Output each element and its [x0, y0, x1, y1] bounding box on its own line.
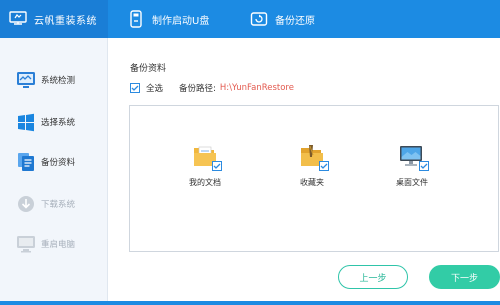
file-checkbox[interactable]	[419, 161, 429, 171]
sidebar-item-label: 系统检测	[41, 76, 76, 86]
usb-drive-icon	[130, 10, 142, 28]
select-all-label[interactable]: 全选	[146, 82, 163, 94]
file-item-my-documents[interactable]: 我的文档	[175, 141, 235, 188]
documents-folder	[190, 141, 222, 171]
select-all-checkbox[interactable]	[130, 83, 140, 93]
section-title: 备份资料	[130, 64, 167, 74]
next-step-button[interactable]: 下一步	[429, 265, 500, 289]
app-brand: 云帆重装系统	[0, 0, 108, 38]
file-checkbox[interactable]	[319, 161, 329, 171]
select-row: 全选 备份路径: H:\YunFanRestore	[130, 82, 294, 94]
sidebar-item-select-system[interactable]: 选择系统	[15, 110, 75, 134]
file-item-desktop[interactable]: 桌面文件	[382, 141, 442, 188]
app-logo-icon	[9, 11, 27, 25]
sidebar: 系统检测 选择系统 备份资料 下载系统 重启电脑	[0, 38, 108, 305]
system-check-icon	[17, 72, 35, 88]
app-title: 云帆重装系统	[34, 15, 97, 27]
tab-make-usb[interactable]: 制作启动U盘	[127, 0, 209, 38]
sidebar-item-label: 选择系统	[41, 118, 76, 128]
desktop-folder	[397, 141, 429, 171]
backup-path-label: 备份路径:	[179, 84, 216, 94]
sidebar-item-download-system[interactable]: 下载系统	[15, 192, 75, 216]
tab-backup-restore-label: 备份还原	[275, 15, 315, 27]
sidebar-item-backup-data[interactable]: 备份资料	[15, 150, 75, 174]
backup-path-value[interactable]: H:\YunFanRestore	[220, 83, 294, 93]
tab-make-usb-label: 制作启动U盘	[152, 15, 210, 27]
file-checkbox[interactable]	[212, 161, 222, 171]
sidebar-item-restart-pc[interactable]: 重启电脑	[15, 232, 75, 256]
prev-step-button[interactable]: 上一步	[338, 265, 408, 289]
sidebar-item-system-check[interactable]: 系统检测	[15, 68, 75, 92]
file-name: 桌面文件	[396, 178, 428, 187]
check-icon	[320, 163, 328, 169]
document-icon	[18, 153, 34, 171]
file-selection-box: 我的文档 收藏夹 桌面文件	[129, 105, 499, 252]
sidebar-item-label: 重启电脑	[41, 240, 76, 250]
file-name: 我的文档	[189, 178, 221, 187]
bottom-accent-bar	[0, 301, 500, 305]
windows-icon	[18, 113, 34, 132]
file-name: 收藏夹	[300, 178, 324, 187]
backup-restore-icon	[250, 12, 268, 26]
main-panel: 备份资料 全选 备份路径: H:\YunFanRestore 我的文档 收藏夹 …	[109, 38, 500, 305]
check-icon	[213, 163, 221, 169]
file-item-favorites[interactable]: 收藏夹	[282, 141, 342, 188]
top-bar: 云帆重装系统 制作启动U盘 备份还原	[0, 0, 500, 38]
sidebar-item-label: 下载系统	[41, 200, 76, 210]
favorites-folder	[297, 141, 329, 171]
check-icon	[131, 85, 139, 91]
sidebar-item-label: 备份资料	[41, 158, 76, 168]
monitor-icon	[17, 236, 35, 253]
download-icon	[18, 196, 34, 212]
tab-backup-restore[interactable]: 备份还原	[250, 0, 315, 38]
check-icon	[420, 163, 428, 169]
